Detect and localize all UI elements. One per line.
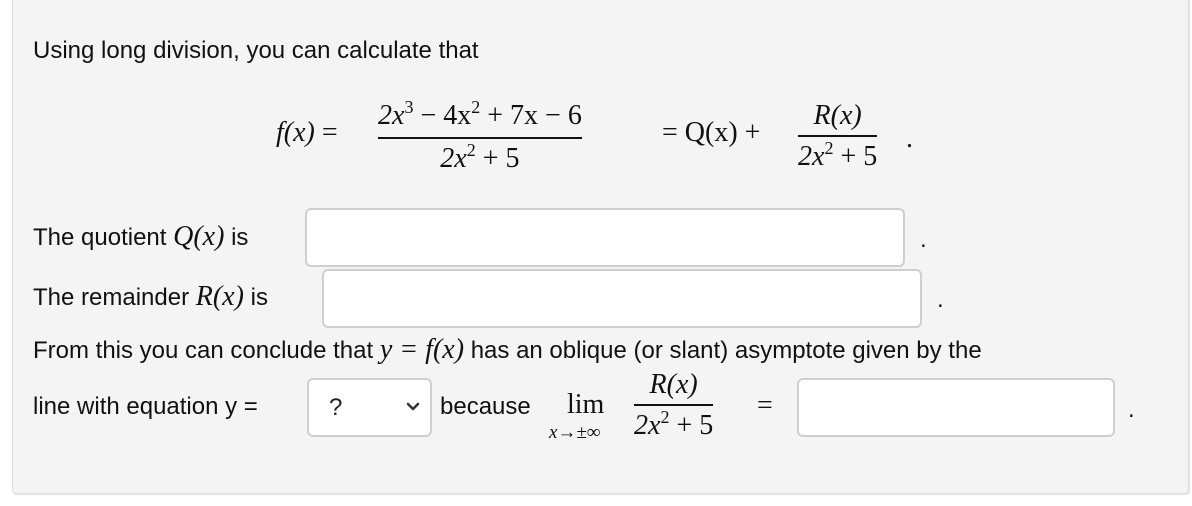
limit-equals: =: [757, 390, 773, 421]
rhs-fraction: R(x) 2x2 + 5: [798, 100, 878, 175]
equation-lhs: f(x) =: [276, 118, 338, 148]
denominator: 2x2 + 5: [440, 140, 520, 174]
lim-operator: lim: [567, 389, 605, 420]
conclusion-text: From this you can conclude that y = f(x)…: [33, 334, 982, 365]
lim-subscript: x→±∞: [549, 422, 601, 443]
quotient-label: The quotient Q(x) is: [33, 221, 249, 252]
limit-numerator: R(x): [649, 369, 698, 400]
equation-rhs-quotient: = Q(x) +: [662, 117, 761, 148]
f-of-x: f(x): [276, 117, 315, 148]
limit-fraction: R(x) 2x2 + 5: [634, 369, 714, 444]
quotient-period: .: [920, 226, 927, 253]
select-value: ?: [329, 394, 343, 421]
equals-sign: =: [321, 117, 338, 148]
intro-text: Using long division, you can calculate t…: [33, 37, 479, 64]
fraction-bar: [634, 404, 714, 406]
remainder-label: The remainder R(x) is: [33, 281, 268, 312]
quotient-input[interactable]: [305, 208, 905, 267]
remainder-input[interactable]: [322, 269, 922, 328]
limit-period: .: [1128, 396, 1135, 423]
numerator: 2x3 − 4x2 + 7x − 6: [378, 97, 582, 131]
fraction-bar: [798, 135, 878, 137]
limit-answer-input[interactable]: [797, 378, 1115, 437]
rhs-numerator: R(x): [813, 100, 862, 131]
main-fraction: 2x3 − 4x2 + 7x − 6 2x2 + 5: [378, 97, 582, 177]
because-text: because: [440, 393, 531, 420]
line-equation-label: line with equation y =: [33, 393, 258, 420]
remainder-period: .: [937, 286, 944, 313]
rhs-denominator: 2x2 + 5: [798, 138, 878, 172]
limit-denominator: 2x2 + 5: [634, 407, 714, 441]
asymptote-select[interactable]: ?: [307, 378, 432, 437]
fraction-bar: [378, 137, 582, 139]
equation-end-period: .: [906, 123, 913, 154]
chevron-down-icon: [406, 402, 420, 411]
y-equals-f-of-x: y = f(x): [379, 334, 465, 365]
